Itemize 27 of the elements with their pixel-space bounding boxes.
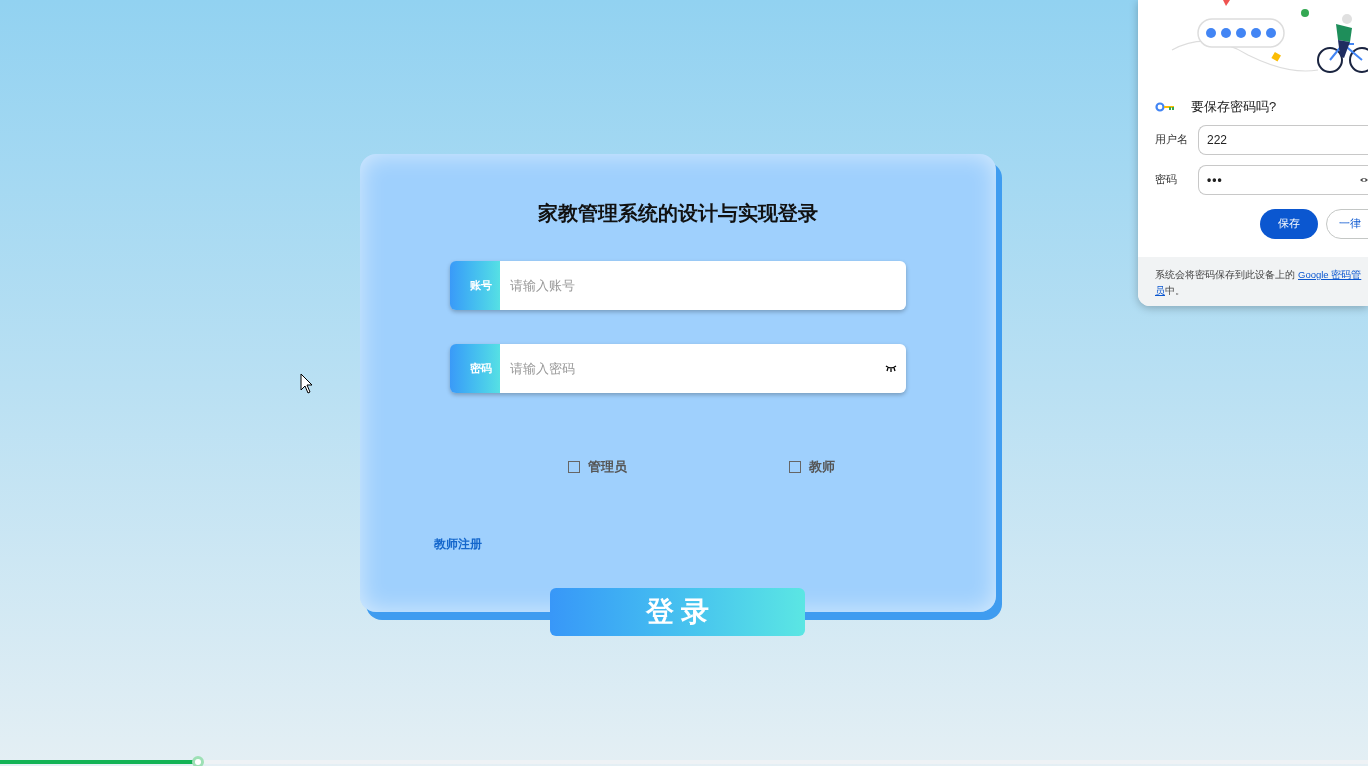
account-field[interactable]: 请输入账号 — [500, 261, 906, 310]
field-label: 密码 — [450, 344, 500, 393]
password-field[interactable]: ••• — [1198, 164, 1368, 195]
role-label: 管理员 — [588, 458, 627, 476]
register-link[interactable]: 教师注册 — [434, 536, 482, 551]
key-icon — [1155, 101, 1175, 112]
mouse-cursor-icon — [300, 373, 313, 394]
popup-title: 要保存密码吗? — [1191, 98, 1277, 116]
field-value: ••• — [1207, 171, 1224, 189]
footer-text: 系统会将密码保存到此设备上的 — [1155, 268, 1295, 280]
closed-eye-icon[interactable] — [885, 365, 897, 372]
password-manager-link[interactable]: 员 — [1155, 284, 1165, 296]
field-label: 用户名 — [1154, 132, 1189, 148]
role-label: 教师 — [809, 458, 835, 476]
login-title: 家教管理系统的设计与实现登录 — [538, 201, 818, 226]
footer-text: 中。 — [1165, 284, 1185, 296]
password-manager-link[interactable]: Google 密码管 — [1298, 268, 1362, 280]
role-checkbox[interactable] — [568, 460, 580, 473]
field-label: 账号 — [450, 261, 500, 310]
field-value: 222 — [1207, 131, 1229, 149]
password-field[interactable]: 请输入密码 — [500, 344, 906, 393]
field-label: 密码 — [1154, 172, 1178, 188]
eye-icon[interactable] — [1360, 175, 1368, 184]
progress-thumb[interactable] — [192, 756, 205, 766]
role-checkbox[interactable] — [789, 460, 801, 473]
username-field[interactable]: 222 — [1198, 124, 1368, 155]
save-button[interactable]: 保存 — [1260, 208, 1318, 239]
